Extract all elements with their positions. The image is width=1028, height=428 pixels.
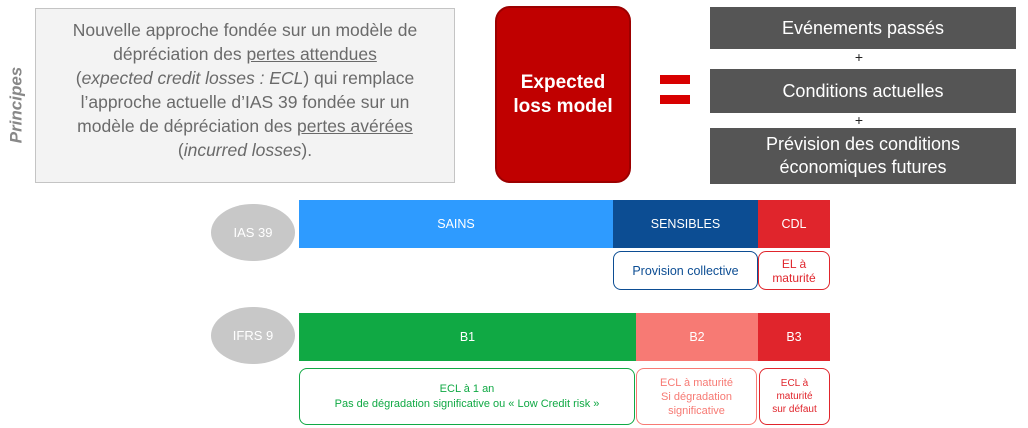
b1-desc-line-2: Pas de dégradation significative ou « Lo… [334, 397, 600, 410]
equals-sign [660, 75, 690, 105]
provision-collective-box: Provision collective [613, 251, 758, 290]
intro-line-5: modèle de dépréciation des pertes avérée… [42, 114, 448, 138]
intro-line-1: Nouvelle approche fondée sur un modèle d… [72, 20, 418, 40]
intro-text-box: Nouvelle approche fondée sur un modèle d… [35, 8, 455, 183]
b2-desc-line-2: Si dégradation [661, 390, 732, 403]
b3-label: B3 [786, 330, 802, 344]
intro-line-4: l’approche actuelle d’IAS 39 fondée sur … [80, 92, 410, 112]
cdl-label: CDL [781, 217, 807, 231]
intro-line-5-text: modèle de dépréciation des [77, 116, 298, 136]
b2-description-box: ECL à maturité Si dégradation significat… [636, 368, 757, 425]
intro-line-6: (incurred losses). [42, 138, 448, 162]
past-events-box: Evénements passés [710, 7, 1016, 49]
ias39-cdl-bar: CDL [758, 200, 830, 248]
el-maturite-line-1: EL à [781, 256, 807, 271]
sains-label: SAINS [437, 217, 475, 231]
current-conditions-box: Conditions actuelles [710, 69, 1016, 113]
principes-label: Principes [5, 30, 27, 180]
future-forecast-line-1: Prévision des conditions [765, 134, 961, 154]
expected-loss-line-2: loss model [513, 95, 613, 117]
intro-incurred-term: incurred losses [183, 140, 302, 160]
provision-collective-label: Provision collective [632, 263, 739, 278]
expected-loss-model-box: Expected loss model [495, 6, 631, 183]
sensibles-label: SENSIBLES [650, 217, 721, 231]
future-forecast-box: Prévision des conditions économiques fut… [710, 128, 1016, 184]
principes-text: Principes [6, 66, 26, 144]
current-conditions-label: Conditions actuelles [782, 80, 944, 101]
el-maturite-line-2: maturité [772, 270, 816, 285]
plus-sign-1: + [854, 49, 864, 65]
intro-line-3-text: ) qui remplace [303, 68, 415, 88]
b3-desc-line-1: ECL à [780, 378, 809, 389]
expected-loss-line-1: Expected [520, 71, 606, 93]
ias39-sensibles-bar: SENSIBLES [613, 200, 758, 248]
intro-line-2-text: dépréciation des [113, 44, 247, 64]
future-forecast-line-2: économiques futures [779, 157, 947, 177]
ifrs9-b2-bar: B2 [636, 313, 758, 361]
el-maturite-box: EL à maturité [758, 251, 830, 290]
b1-label: B1 [459, 330, 476, 344]
b2-desc-line-1: ECL à maturité [660, 376, 733, 389]
intro-line-3: (expected credit losses : ECL) qui rempl… [42, 66, 448, 90]
ias39-label: IAS 39 [211, 204, 295, 261]
intro-expected-losses: pertes attendues [246, 44, 377, 64]
intro-ecl-term: expected credit losses : ECL [81, 68, 304, 88]
intro-line-6-text: ). [301, 140, 313, 160]
b1-description-box: ECL à 1 an Pas de dégradation significat… [299, 368, 635, 425]
past-events-label: Evénements passés [781, 17, 945, 38]
b3-description-box: ECL à maturité sur défaut [759, 368, 830, 425]
b2-desc-line-3: significative [668, 404, 725, 417]
slide: Principes Nouvelle approche fondée sur u… [0, 0, 1028, 428]
ifrs9-b3-bar: B3 [758, 313, 830, 361]
intro-incurred-losses: pertes avérées [297, 116, 413, 136]
b2-label: B2 [689, 330, 705, 344]
b1-desc-line-1: ECL à 1 an [439, 382, 495, 395]
ifrs9-b1-bar: B1 [299, 313, 636, 361]
plus-sign-2: + [854, 112, 864, 128]
b3-desc-line-2: maturité [776, 391, 813, 402]
intro-line-2: dépréciation des pertes attendues [42, 42, 448, 66]
ias39-sains-bar: SAINS [299, 200, 613, 248]
b3-desc-line-3: sur défaut [772, 404, 817, 415]
ifrs9-label: IFRS 9 [211, 307, 295, 364]
